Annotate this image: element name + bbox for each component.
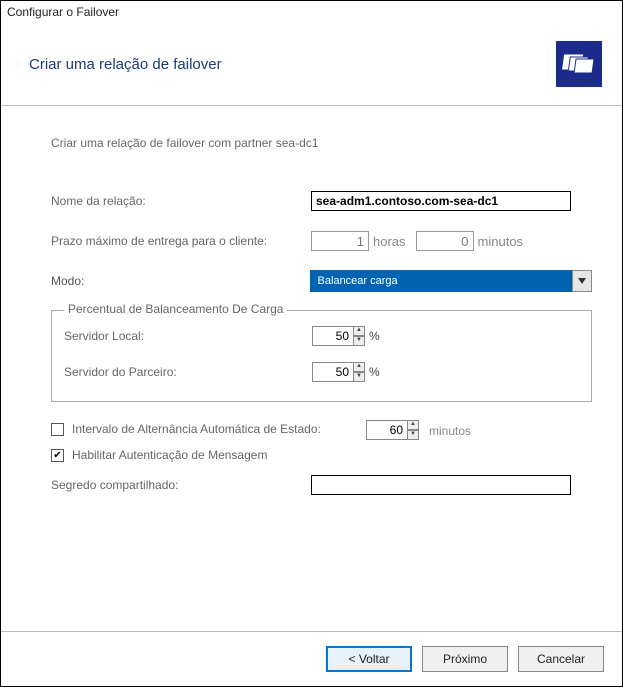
- hours-unit: horas: [373, 234, 406, 249]
- message-auth-row: Habilitar Autenticação de Mensagem: [51, 448, 592, 462]
- spinner-buttons[interactable]: ▲▼: [407, 420, 419, 440]
- relationship-name-label: Nome da relação:: [51, 194, 311, 208]
- spinner-buttons[interactable]: ▲▼: [353, 362, 365, 382]
- mode-selected-text: Balancear carga: [318, 275, 398, 287]
- minutes-unit: minutos: [478, 234, 524, 249]
- state-interval-input[interactable]: [366, 420, 408, 440]
- percent-sign: %: [369, 365, 380, 379]
- minutes-input[interactable]: [416, 231, 474, 251]
- local-server-input[interactable]: [312, 326, 354, 346]
- window-title: Configurar o Failover: [1, 1, 622, 23]
- local-server-spinner[interactable]: ▲▼: [312, 326, 365, 346]
- mode-row: Modo: Balancear carga: [51, 270, 592, 292]
- state-switchover-row: Intervalo de Alternância Automática de E…: [51, 422, 592, 436]
- lead-time-row: Prazo máximo de entrega para o cliente: …: [51, 230, 592, 252]
- intro-text: Criar uma relação de failover com partne…: [51, 136, 592, 150]
- partner-server-input[interactable]: [312, 362, 354, 382]
- relationship-name-input[interactable]: [311, 191, 571, 211]
- message-auth-label: Habilitar Autenticação de Mensagem: [72, 448, 267, 462]
- relationship-name-row: Nome da relação:: [51, 190, 592, 212]
- shared-secret-input[interactable]: [311, 475, 571, 495]
- wizard-window: Configurar o Failover Criar uma relação …: [0, 0, 623, 687]
- percent-sign: %: [369, 329, 380, 343]
- mode-select[interactable]: Balancear carga: [310, 270, 592, 292]
- wizard-header: Criar uma relação de failover: [1, 23, 622, 106]
- dropdown-arrow-icon[interactable]: [572, 270, 592, 292]
- state-switchover-label: Intervalo de Alternância Automática de E…: [72, 422, 321, 436]
- partner-server-row: Servidor do Parceiro: ▲▼ %: [64, 361, 579, 383]
- state-interval-spinner[interactable]: ▲▼: [366, 420, 419, 440]
- local-server-row: Servidor Local: ▲▼ %: [64, 325, 579, 347]
- shared-secret-row: Segredo compartilhado:: [51, 474, 592, 496]
- back-button[interactable]: < Voltar: [326, 646, 412, 672]
- wizard-footer: < Voltar Próximo Cancelar: [1, 631, 622, 686]
- next-button[interactable]: Próximo: [422, 646, 508, 672]
- lead-time-label: Prazo máximo de entrega para o cliente:: [51, 234, 311, 248]
- state-minutes-unit: minutos: [429, 424, 471, 438]
- page-title: Criar uma relação de failover: [29, 56, 222, 73]
- load-balance-group: Percentual de Balanceamento De Carga Ser…: [51, 310, 592, 402]
- mode-label: Modo:: [51, 274, 310, 288]
- partner-server-spinner[interactable]: ▲▼: [312, 362, 365, 382]
- wizard-body: Criar uma relação de failover com partne…: [1, 106, 622, 631]
- message-auth-checkbox[interactable]: [51, 449, 64, 462]
- shared-secret-label: Segredo compartilhado:: [51, 478, 311, 492]
- partner-server-label: Servidor do Parceiro:: [64, 365, 312, 379]
- hours-input[interactable]: [311, 231, 369, 251]
- cancel-button[interactable]: Cancelar: [518, 646, 604, 672]
- spinner-buttons[interactable]: ▲▼: [353, 326, 365, 346]
- state-switchover-checkbox[interactable]: [51, 423, 64, 436]
- local-server-label: Servidor Local:: [64, 329, 312, 343]
- dhcp-icon: [556, 41, 602, 87]
- group-title: Percentual de Balanceamento De Carga: [64, 302, 287, 316]
